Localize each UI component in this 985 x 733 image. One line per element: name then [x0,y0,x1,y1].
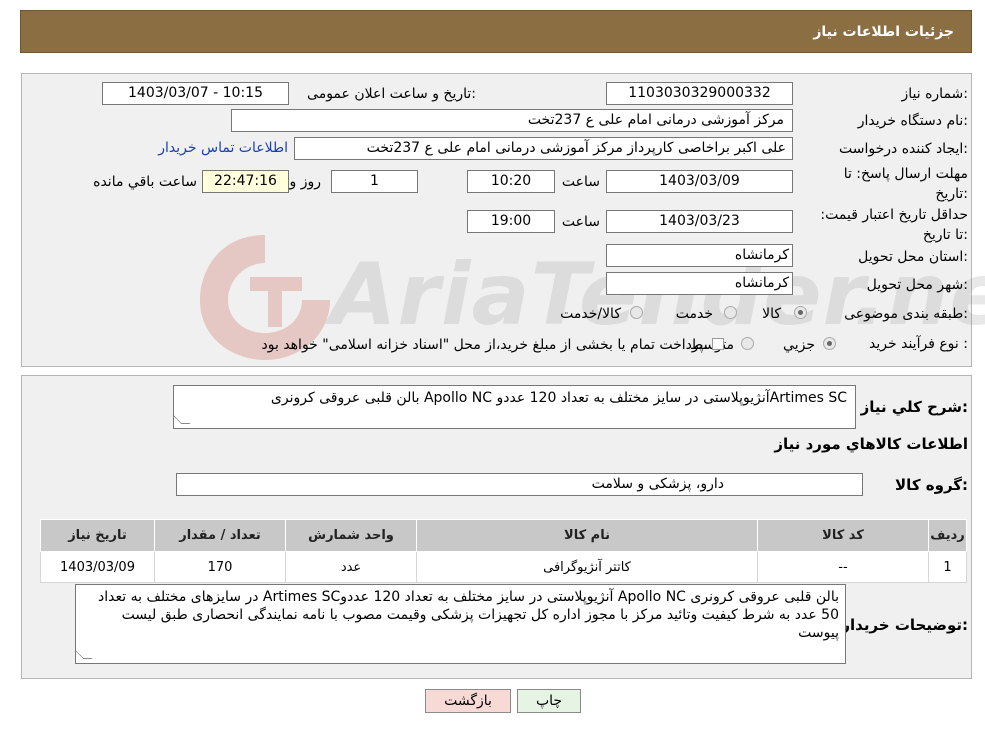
validity-time-field: 19:00 [467,210,555,233]
remaining-word: ساعت باقي مانده [93,174,197,190]
col-unit: واحد شمارش [285,519,417,552]
cell-name: کاتتر آنژیوگرافی [416,551,758,583]
goods-group-field: دارو، پزشکی و سلامت [176,473,863,496]
announce-datetime-field: 1403/03/07 - 10:15 [102,82,289,105]
summary-textarea: بالن قلبی عروقی کرونری Apollo NC آنژیوپل… [173,385,856,429]
col-code: کد کالا [757,519,929,552]
table-row: 1 -- کاتتر آنژیوگرافی عدد 170 1403/03/09 [40,551,967,583]
buyer-label: نام دستگاه خریدار: [857,113,968,129]
city-field: کرمانشاه [606,272,793,295]
summary-label: شرح كلي نياز: [860,398,968,416]
validity-date-field: 1403/03/23 [606,210,793,233]
cell-code: -- [757,551,929,583]
province-field: کرمانشاه [606,244,793,267]
goods-table-header: ردیف کد کالا نام کالا واحد شمارش تعداد /… [40,519,967,552]
cell-date: 1403/03/09 [40,551,155,583]
col-name: نام کالا [416,519,758,552]
back-button[interactable]: بازگشت [425,689,511,713]
treasury-checkbox[interactable] [712,338,724,350]
page-title: جزئیات اطلاعات نیاز [813,24,954,40]
validity-time-word: ساعت [561,214,600,230]
validity-label: حداقل تاریخ اعتبار قیمت: تا تاریخ: [820,207,968,243]
cell-row: 1 [928,551,967,583]
print-button[interactable]: چاپ [517,689,581,713]
need-number-label: شماره نیاز: [901,86,968,102]
goods-group-label: گروه کالا: [895,476,968,494]
city-label: شهر محل تحویل: [866,277,968,293]
category-both-radio[interactable] [630,306,643,319]
days-remaining-field: 1 [331,170,418,193]
deadline-time-word: ساعت [561,174,600,190]
days-word: روز و [289,174,322,190]
category-label: طبقه بندی موضوعی: [844,306,968,322]
purchase-partial-radio[interactable] [823,337,836,350]
summary-text: بالن قلبی عروقی کرونری Apollo NC آنژیوپل… [270,390,847,406]
deadline-label: مهلت ارسال پاسخ: تا تاریخ: [843,166,968,202]
category-service-radio[interactable] [724,306,737,319]
deadline-date-field: 1403/03/09 [606,170,793,193]
cell-qty: 170 [154,551,286,583]
goods-table: ردیف کد کالا نام کالا واحد شمارش تعداد /… [40,519,967,583]
province-label: استان محل تحویل: [858,249,968,265]
cell-unit: عدد [285,551,417,583]
creator-label: ایجاد کننده درخواست: [839,141,968,157]
purchase-partial-label: جزیي [783,337,815,353]
resize-handle-icon[interactable] [174,415,191,424]
col-date: تاریخ نیاز [40,519,155,552]
col-row: ردیف [928,519,967,552]
creator-field: علی اکبر براخاصی کارپرداز مرکز آموزشی در… [294,137,793,160]
purchase-type-label: نوع فرآیند خرید : [869,336,968,352]
buyer-contact-link[interactable]: اطلاعات تماس خریدار [158,140,288,156]
treasury-note: پرداخت تمام یا بخشی از مبلغ خرید،از محل … [261,337,708,353]
resize-handle-icon[interactable] [76,650,93,659]
category-both-label: کالا/خدمت [560,306,621,322]
deadline-time-field: 10:20 [467,170,555,193]
buyer-notes-text: بالن قلبی عروقی کرونری Apollo NC آنژیوپل… [98,589,839,641]
buyer-field: مرکز آموزشی درمانی امام علی ع 237تخت [231,109,793,132]
goods-section-title: اطلاعات كالاهاي مورد نياز [774,435,968,453]
category-goods-radio[interactable] [794,306,807,319]
remaining-time-field: 22:47:16 [202,170,289,193]
buyer-notes-textarea: بالن قلبی عروقی کرونری Apollo NC آنژیوپل… [75,584,846,664]
page-header: جزئیات اطلاعات نیاز [20,10,972,53]
purchase-medium-radio[interactable] [741,337,754,350]
buyer-notes-label: توضیحات خریدار: [841,616,968,634]
col-qty: تعداد / مقدار [154,519,286,552]
category-goods-label: کالا [762,306,781,322]
category-service-label: خدمت [675,306,713,322]
announce-label: تاریخ و ساعت اعلان عمومی: [307,86,476,102]
need-number-field: 1103030329000332 [606,82,793,105]
